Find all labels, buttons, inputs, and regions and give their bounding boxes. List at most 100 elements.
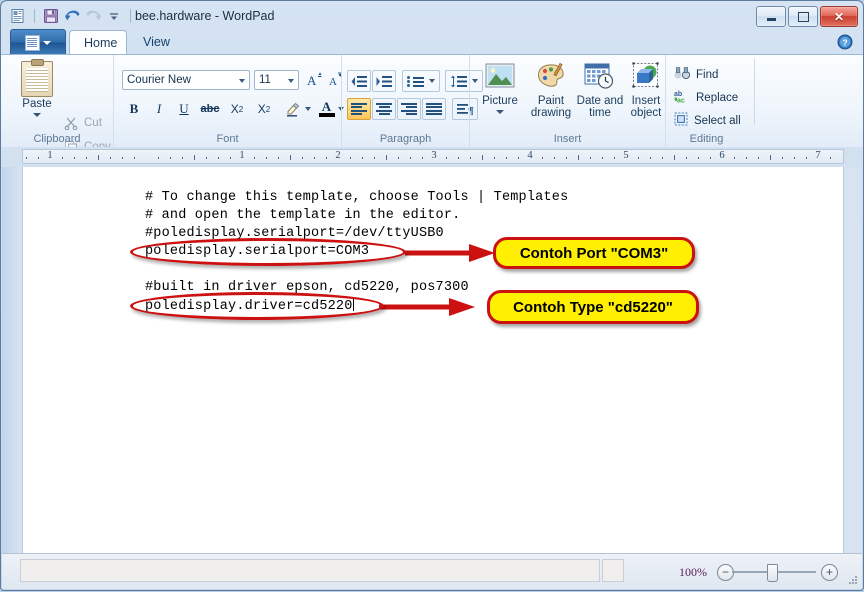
ruler-tick — [542, 157, 543, 159]
ruler[interactable]: 1 1 2 3 4 5 6 7 — [22, 149, 844, 164]
customize-qat-icon[interactable] — [105, 7, 123, 25]
increase-indent-button[interactable] — [372, 70, 396, 92]
ruler-tick — [650, 157, 651, 159]
ruler-number: 1 — [239, 150, 245, 161]
insert-picture-button[interactable]: Picture — [474, 59, 526, 114]
ruler-tick — [446, 157, 447, 159]
bullets-button[interactable] — [402, 70, 440, 92]
ruler-tick — [638, 157, 639, 159]
insert-picture-label: Picture — [482, 95, 518, 107]
bold-button[interactable]: B — [122, 98, 146, 120]
zoom-out-label: − — [721, 565, 729, 579]
font-group-label: Font — [216, 133, 239, 145]
document-page[interactable]: # To change this template, choose Tools … — [22, 167, 844, 554]
ruler-tick — [122, 157, 123, 159]
chevron-down-icon — [429, 79, 435, 83]
underline-button[interactable]: U — [172, 98, 196, 120]
application-menu-button[interactable] — [10, 29, 66, 56]
ruler-tick — [506, 157, 507, 159]
tab-view-label: View — [143, 35, 170, 49]
resize-grip[interactable] — [848, 576, 858, 586]
scissors-icon — [63, 115, 79, 131]
insert-object-icon — [629, 61, 663, 93]
text-highlight-button[interactable] — [282, 98, 314, 120]
ruler-tick — [494, 157, 495, 159]
maximize-icon — [797, 11, 809, 22]
select-all-button[interactable]: Select all — [674, 112, 741, 129]
ruler-tick — [194, 155, 195, 160]
ruler-tick — [602, 157, 603, 159]
paint-drawing-button[interactable]: Paint drawing — [525, 59, 577, 119]
italic-button[interactable]: I — [147, 98, 171, 120]
text-caret — [352, 297, 354, 311]
wordpad-app-icon[interactable] — [9, 7, 27, 25]
align-left-button[interactable] — [347, 98, 371, 120]
font-size-combo[interactable]: 11 — [254, 70, 299, 90]
undo-icon[interactable] — [63, 7, 81, 25]
replace-button[interactable]: ab ac Replace — [674, 89, 738, 106]
align-center-button[interactable] — [372, 98, 396, 120]
document-text[interactable]: # To change this template, choose Tools … — [145, 189, 568, 316]
tab-view[interactable]: View — [129, 31, 181, 55]
ruler-tick — [302, 157, 303, 159]
date-and-time-button[interactable]: Date and time — [574, 59, 626, 119]
help-button[interactable]: ? — [837, 34, 853, 50]
chevron-down-icon — [239, 79, 245, 83]
picture-icon — [483, 61, 517, 93]
align-right-button[interactable] — [397, 98, 421, 120]
ruler-number: 4 — [527, 150, 533, 161]
paste-button[interactable]: Paste — [13, 59, 61, 129]
minimize-button[interactable] — [756, 6, 786, 27]
qat-separator-2 — [130, 9, 131, 23]
ribbon: Paste Cut Clipboard Courier New 11 A A B… — [1, 54, 863, 154]
bullet-list-icon — [407, 75, 424, 87]
quick-access-toolbar — [9, 6, 135, 26]
strikethrough-button[interactable]: abc — [197, 98, 223, 120]
chevron-down-icon — [33, 113, 41, 117]
replace-icon: ab ac — [674, 89, 690, 106]
ruler-tick — [518, 157, 519, 159]
ruler-tick — [62, 157, 63, 159]
subscript-index: 2 — [238, 104, 244, 114]
tab-home[interactable]: Home — [69, 30, 127, 55]
close-button[interactable]: ✕ — [820, 6, 858, 27]
justify-button[interactable] — [422, 98, 446, 120]
ruler-tick — [26, 157, 27, 159]
maximize-button[interactable] — [788, 6, 818, 27]
cut-label: Cut — [84, 117, 102, 129]
zoom-slider-thumb[interactable] — [767, 564, 778, 582]
ruler-tick — [662, 157, 663, 159]
font-color-icon: A — [318, 100, 335, 117]
save-icon[interactable] — [42, 7, 60, 25]
svg-text:?: ? — [842, 37, 847, 47]
align-center-icon — [376, 103, 392, 115]
ruler-tick — [770, 155, 771, 160]
paint-drawing-icon — [534, 61, 568, 93]
ribbon-group-insert: Picture Paint drawing Date and time Inse… — [469, 55, 665, 147]
font-size-value: 11 — [259, 74, 271, 86]
cut-button: Cut — [63, 115, 102, 131]
strikethrough-label: abc — [200, 103, 220, 115]
chevron-down-icon — [288, 79, 294, 83]
redo-icon — [84, 7, 102, 25]
superscript-label: X — [257, 102, 266, 116]
decrease-indent-button[interactable] — [347, 70, 371, 92]
find-button[interactable]: Find — [674, 66, 718, 83]
ribbon-group-paragraph: ¶ Paragraph — [341, 55, 483, 147]
svg-text:ac: ac — [677, 98, 685, 104]
chevron-down-icon — [305, 107, 311, 111]
superscript-button[interactable]: X2 — [251, 98, 277, 120]
zoom-in-button[interactable]: + — [821, 564, 838, 581]
ruler-number: 1 — [47, 150, 53, 161]
ruler-tick — [350, 157, 351, 159]
paste-label: Paste — [22, 98, 52, 110]
font-family-value: Courier New — [127, 74, 191, 86]
font-family-combo[interactable]: Courier New — [122, 70, 250, 90]
ruler-number: 5 — [623, 150, 629, 161]
ruler-tick — [410, 157, 411, 159]
close-icon: ✕ — [833, 9, 845, 24]
ruler-tick — [830, 157, 831, 159]
grow-font-button[interactable]: A — [304, 70, 324, 90]
subscript-button[interactable]: X2 — [224, 98, 250, 120]
svg-text:A: A — [329, 76, 337, 88]
